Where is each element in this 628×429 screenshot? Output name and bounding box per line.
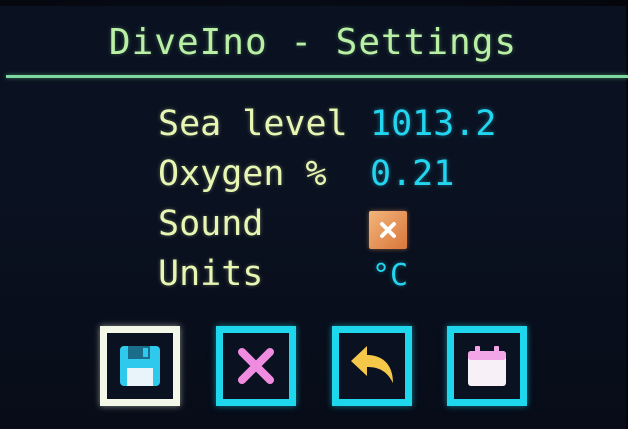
back-button[interactable] [332, 326, 412, 406]
floppy-disk-icon [120, 346, 160, 386]
oxygen-label: Oxygen % [158, 154, 327, 194]
sound-checkbox[interactable] [369, 211, 407, 249]
page-title: DiveIno - Settings [108, 22, 518, 63]
calendar-icon [468, 346, 506, 386]
setting-row-oxygen[interactable]: Oxygen % 0.21 [0, 154, 626, 200]
oxygen-value[interactable]: 0.21 [370, 154, 454, 194]
sea-level-label: Sea level [158, 104, 348, 144]
sea-level-value[interactable]: 1013.2 [370, 104, 496, 144]
title-divider [6, 75, 628, 78]
units-label: Units [158, 254, 264, 294]
x-icon [380, 222, 396, 238]
units-value[interactable]: °C [372, 258, 408, 293]
setting-row-sound[interactable]: Sound [0, 204, 626, 250]
undo-arrow-icon [351, 346, 393, 383]
cancel-button[interactable] [216, 326, 296, 406]
x-icon [238, 348, 274, 384]
setting-row-units[interactable]: Units °C [0, 254, 626, 300]
calendar-button[interactable] [447, 326, 527, 406]
screen: DiveIno - Settings Sea level 1013.2 Oxyg… [0, 6, 628, 429]
setting-row-sea-level[interactable]: Sea level 1013.2 [0, 104, 626, 150]
sound-label: Sound [158, 204, 264, 244]
save-button[interactable] [100, 326, 180, 406]
device-bezel: DiveIno - Settings Sea level 1013.2 Oxyg… [0, 0, 628, 429]
